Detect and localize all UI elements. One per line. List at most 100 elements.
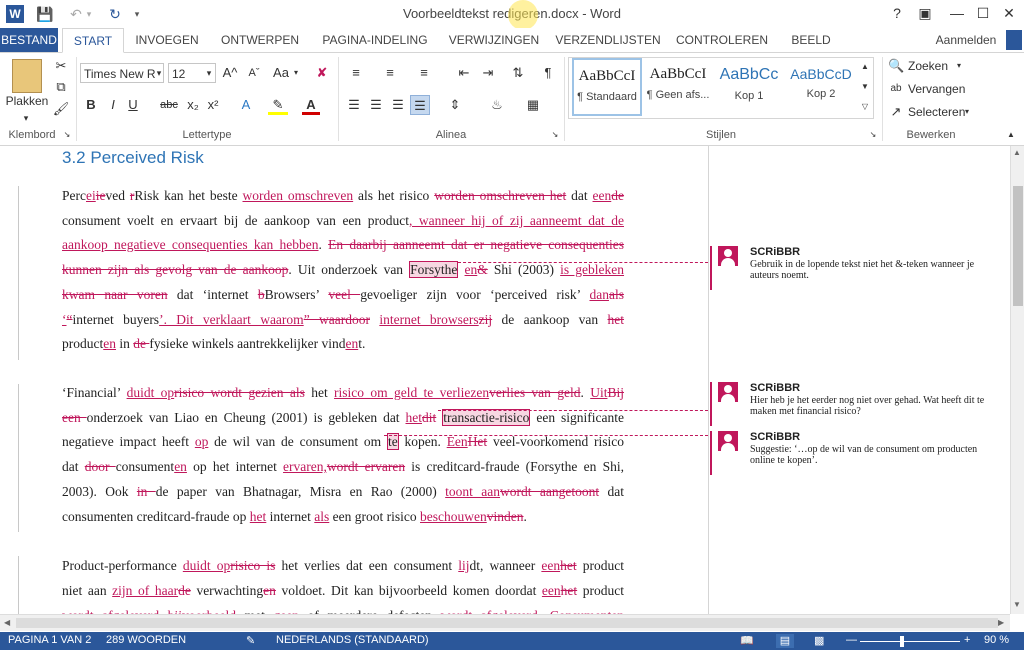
scroll-left-icon[interactable]: ◀ [4,618,10,627]
sort-icon[interactable]: ⇅ [508,63,528,83]
font-color-icon[interactable]: A [302,95,320,115]
scroll-thumb[interactable] [1013,186,1023,306]
highlight-color-icon[interactable]: ✎ [268,95,288,115]
numbering-icon[interactable]: ≡ [378,63,402,83]
comment-card[interactable]: SCRiBBR Suggestie: ‘…op de wil van de co… [710,431,992,475]
clear-formatting-icon[interactable]: ✘ [312,63,332,83]
zoom-slider-thumb[interactable] [900,636,904,647]
language[interactable]: NEDERLANDS (STANDAARD) [276,634,429,646]
underline-button[interactable]: U [124,95,142,115]
bold-button[interactable]: B [82,95,100,115]
word-count[interactable]: 289 WOORDEN [106,634,186,646]
close-button[interactable]: ✕ [996,3,1022,23]
font-size-dropdown-icon[interactable]: ▾ [204,63,214,83]
align-center-icon[interactable]: ☰ [366,95,386,115]
tab-invoegen[interactable]: INVOEGEN [128,28,206,52]
align-right-icon[interactable]: ☰ [388,95,408,115]
increase-indent-icon[interactable]: ⇥ [478,63,498,83]
comment-card[interactable]: SCRiBBR Hier heb je het eerder nog niet … [710,382,992,426]
case-dropdown-icon[interactable]: ▾ [292,63,300,83]
user-icon[interactable] [1006,30,1022,50]
tab-verzendlijsten[interactable]: VERZENDLIJSTEN [552,28,664,52]
styles-scroll-up-icon[interactable]: ▲ [858,57,872,77]
tab-controleren[interactable]: CONTROLEREN [672,28,772,52]
shading-icon[interactable]: ♨ [484,95,510,115]
change-case-button[interactable]: Aa [270,63,292,83]
align-left-icon[interactable]: ☰ [344,95,364,115]
select-dropdown-icon[interactable]: ▾ [962,102,972,122]
scroll-up-icon[interactable]: ▲ [1013,148,1021,157]
format-painter-icon[interactable]: 🖌 [52,99,70,119]
find-icon[interactable]: 🔍 [888,56,904,76]
shrink-font-icon[interactable]: Aˇ [244,63,264,83]
strikethrough-button[interactable]: abc [158,95,180,115]
zoom-level[interactable]: 90 % [984,634,1009,646]
style-sample: AaBbCcI [578,68,636,84]
document-line: niet aan zijn of haarde verwachtingen vo… [62,583,624,598]
paste-dropdown-icon[interactable]: ▾ [18,108,34,128]
comment-card[interactable]: SCRiBBR Gebruik in de lopende tekst niet… [710,246,992,290]
ribbon-display-options-icon[interactable]: ▣ [912,3,938,23]
cut-icon[interactable]: ✂ [52,56,70,76]
bullets-icon[interactable]: ≡ [344,63,368,83]
show-formatting-button[interactable]: ¶ [538,63,558,83]
style-geen-afstand[interactable]: AaBbCcI ¶ Geen afs... [643,58,713,116]
tab-pagina-indeling[interactable]: PAGINA-INDELING [314,28,436,52]
styles-launcher-icon[interactable]: ↘ [868,129,878,141]
replace-icon[interactable]: ab [888,79,904,99]
tab-ontwerpen[interactable]: ONTWERPEN [214,28,306,52]
document-canvas[interactable]: 3.2 Perceived Risk Perceiieved rRisk kan… [0,146,1010,614]
web-layout-icon[interactable]: ▩ [814,634,824,647]
read-mode-icon[interactable]: 📖 [740,634,754,647]
minimize-button[interactable]: — [944,3,970,23]
replace-button[interactable]: Vervangen [908,82,965,96]
justify-icon[interactable]: ☰ [410,95,430,115]
zoom-out-icon[interactable]: — [846,634,857,646]
font-name-select[interactable]: Times New R [80,63,164,83]
subscript-button[interactable]: x₂ [184,95,202,115]
print-layout-icon[interactable]: ▤ [776,634,794,648]
hscroll-thumb[interactable] [16,618,998,628]
italic-button[interactable]: I [104,95,122,115]
collapse-ribbon-icon[interactable]: ▲ [1004,129,1018,141]
styles-more-icon[interactable]: ▽ [858,97,872,117]
style-kop-1[interactable]: AaBbCc Kop 1 [714,58,784,116]
text-effects-icon[interactable]: A [236,95,256,115]
vertical-scrollbar[interactable]: ▲ ▼ [1010,146,1024,614]
proofing-icon[interactable]: ✎ [246,634,255,647]
scroll-right-icon[interactable]: ▶ [998,618,1004,627]
tab-verwijzingen[interactable]: VERWIJZINGEN [444,28,544,52]
style-sample: AaBbCcI [649,66,707,82]
paragraph-launcher-icon[interactable]: ↘ [550,129,560,141]
zoom-in-icon[interactable]: + [964,634,970,646]
font-name-dropdown-icon[interactable]: ▾ [154,63,164,83]
multilevel-list-icon[interactable]: ≡ [412,63,436,83]
find-button[interactable]: Zoeken [908,59,948,73]
borders-icon[interactable]: ▦ [520,95,546,115]
paste-icon[interactable] [12,59,42,93]
paste-button[interactable]: Plakken [4,94,50,108]
line-spacing-icon[interactable]: ⇕ [442,95,468,115]
horizontal-scrollbar[interactable]: ◀ ▶ [0,614,1010,631]
find-dropdown-icon[interactable]: ▾ [954,56,964,76]
tab-start[interactable]: START [62,28,124,53]
select-icon[interactable]: ↗ [888,102,904,122]
clipboard-launcher-icon[interactable]: ↘ [62,129,72,141]
style-standaard[interactable]: AaBbCcI ¶ Standaard [572,58,642,116]
document-line: dat door consumenten op het internet erv… [62,459,624,474]
scroll-down-icon[interactable]: ▼ [1013,600,1021,609]
style-kop-2[interactable]: AaBbCcD Kop 2 [786,58,856,116]
maximize-button[interactable]: ☐ [970,3,996,23]
decrease-indent-icon[interactable]: ⇤ [454,63,474,83]
select-button[interactable]: Selecteren [908,105,965,119]
tab-beeld[interactable]: BEELD [780,28,842,52]
tab-file[interactable]: BESTAND [0,28,58,52]
help-button[interactable]: ? [884,3,910,23]
signin-link[interactable]: Aanmelden [928,28,1004,52]
zoom-slider-track[interactable] [860,641,960,642]
styles-scroll-down-icon[interactable]: ▼ [858,77,872,97]
superscript-button[interactable]: x² [204,95,222,115]
page-count[interactable]: PAGINA 1 VAN 2 [8,634,91,646]
copy-icon[interactable]: ⧉ [52,77,70,97]
grow-font-icon[interactable]: A^ [220,63,240,83]
